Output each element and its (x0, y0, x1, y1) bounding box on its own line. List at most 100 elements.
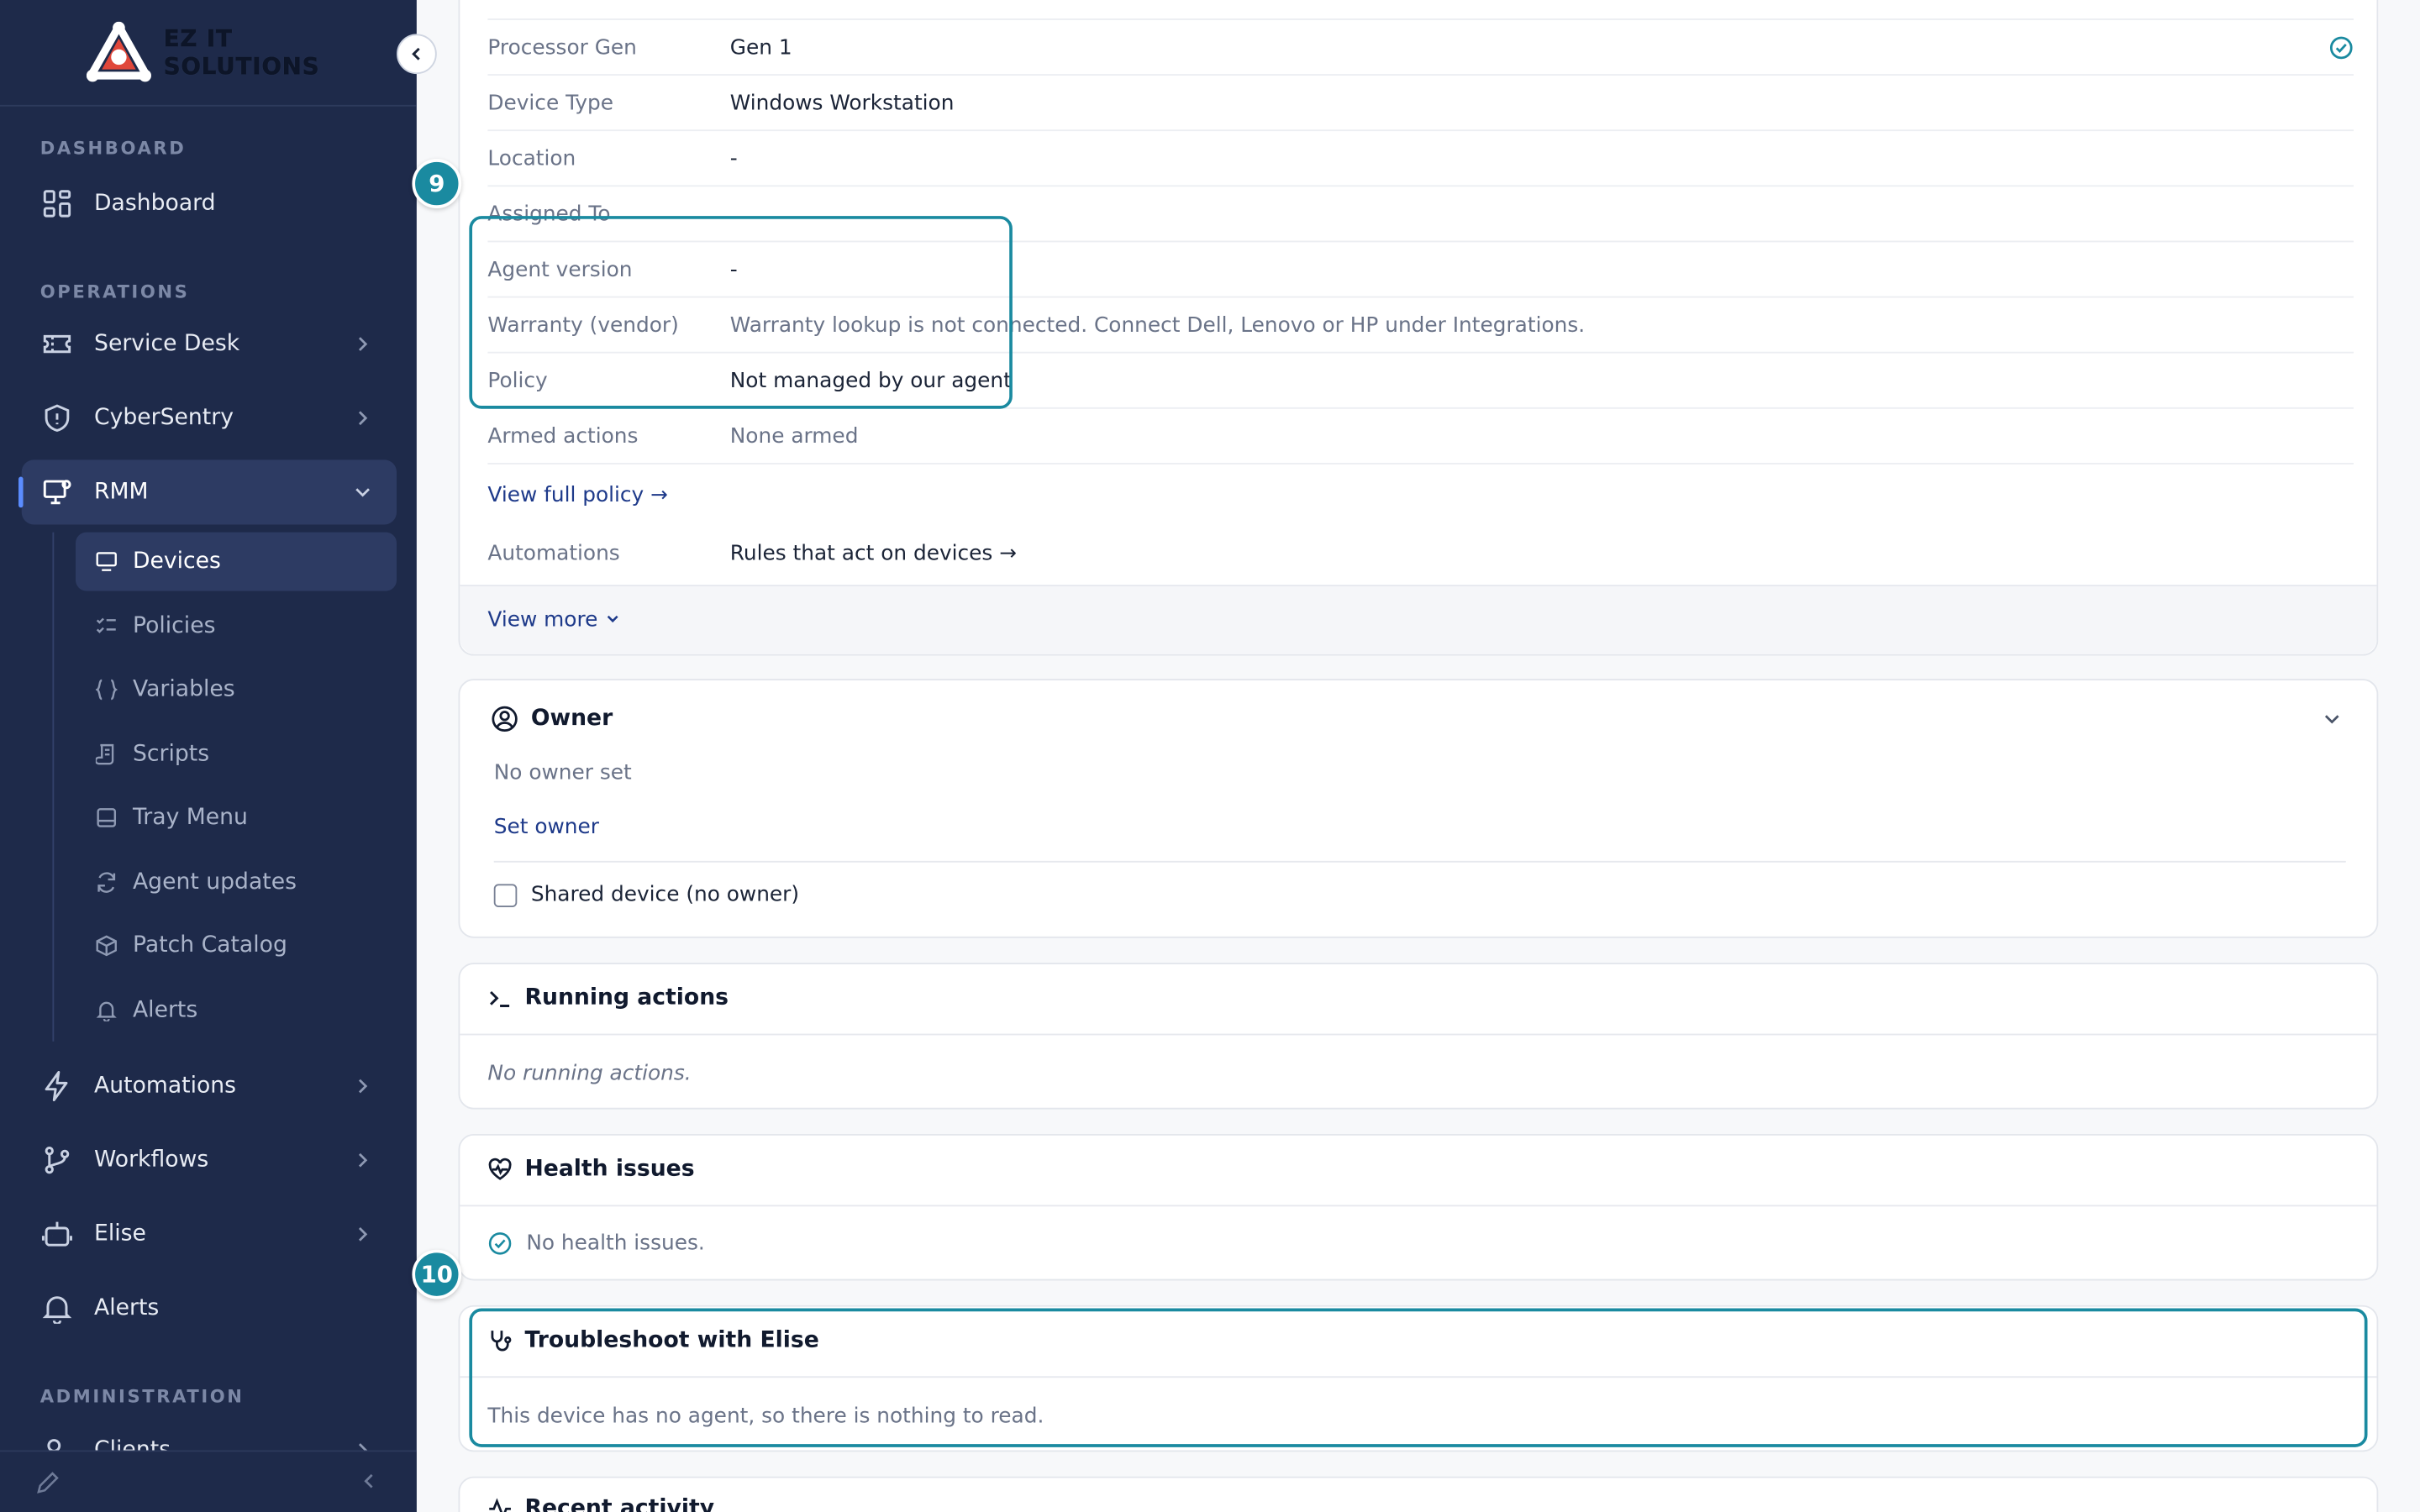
check-circle-icon (488, 1232, 512, 1255)
checklist-icon (96, 617, 116, 633)
tray-icon (97, 808, 117, 827)
git-branch-icon (45, 1147, 70, 1174)
sidebar-item-service-desk[interactable]: Service Desk (22, 312, 397, 376)
section-label-administration: ADMINISTRATION (39, 1385, 245, 1408)
owner-status: No owner set (493, 760, 632, 785)
sidebar-item-label: Workflows (94, 1147, 209, 1173)
monitor-icon (96, 552, 117, 571)
sidebar-item-alerts[interactable]: Alerts (22, 1276, 397, 1341)
package-icon (96, 935, 117, 957)
sidebar-item-label: Automations (94, 1074, 237, 1099)
sidebar-item-patch-catalog[interactable]: Patch Catalog (76, 916, 397, 975)
sidebar-item-label: Dashboard (94, 191, 216, 217)
sidebar-item-policies[interactable]: Policies (76, 597, 397, 656)
bell-icon (96, 1001, 117, 1021)
running-actions-header: Running actions (487, 986, 729, 1011)
field-label: Location (487, 145, 576, 171)
device-details-card: Processor Gen Gen 1 Device Type Windows … (458, 0, 2379, 656)
owner-title: Owner (530, 706, 613, 732)
field-label: Agent version (487, 256, 633, 282)
sidebar-item-automations[interactable]: Automations (22, 1053, 397, 1118)
scroll-icon (95, 743, 114, 765)
sidebar-item-label: Alerts (94, 1295, 160, 1321)
sidebar-item-label: Tray Menu (132, 805, 248, 831)
field-label: Policy (487, 368, 548, 393)
chevron-right-icon (358, 1227, 368, 1242)
owner-card-header[interactable]: Owner (491, 705, 613, 732)
sidebar-item-workflows[interactable]: Workflows (22, 1128, 397, 1193)
shared-device-checkbox[interactable] (493, 883, 518, 907)
sidebar-item-label: CyberSentry (94, 406, 234, 431)
running-actions-title: Running actions (524, 985, 729, 1011)
sidebar-item-rmm[interactable]: RMM (18, 459, 397, 525)
row-truncated (487, 0, 2354, 20)
sidebar-item-label: Scripts (132, 742, 210, 767)
field-label: Warranty (vendor) (487, 312, 679, 338)
dashboard-icon (43, 190, 71, 218)
troubleshoot-card: Troubleshoot with Elise This device has … (458, 1305, 2379, 1452)
sidebar-item-label: RMM (94, 480, 149, 505)
brand[interactable]: EZ IT SOLUTIONS (0, 0, 417, 107)
callout-badge-10: 10 (412, 1249, 462, 1299)
field-value: Windows Workstation (729, 90, 955, 115)
chevron-left-icon[interactable] (360, 1472, 378, 1490)
ticket-icon (43, 334, 71, 354)
sidebar-collapse-button[interactable] (397, 34, 437, 75)
divider (460, 1376, 2377, 1378)
field-value: - (729, 145, 738, 171)
troubleshoot-title: Troubleshoot with Elise (524, 1328, 819, 1353)
row-armed-actions: Armed actions None armed (487, 409, 2354, 465)
view-more-label: View more (487, 607, 598, 633)
link-label: View full policy (487, 482, 644, 508)
automations-rules-link[interactable]: Rules that act on devices → (730, 542, 1017, 566)
bell-icon (42, 1296, 72, 1324)
troubleshoot-body: This device has no agent, so there is no… (487, 1404, 1044, 1429)
set-owner-link[interactable]: Set owner (494, 815, 599, 839)
divider (493, 860, 2346, 863)
sidebar-item-agent-updates[interactable]: Agent updates (76, 853, 397, 912)
recent-activity-card: Recent activity (458, 1476, 2379, 1512)
brand-line1: EZ IT (163, 24, 233, 53)
sidebar-item-elise[interactable]: Elise (22, 1202, 397, 1267)
chevron-down-icon (607, 615, 618, 623)
arrow-right-icon: → (650, 482, 668, 508)
sidebar-item-label: Policies (132, 614, 216, 639)
row-location: Location - (487, 131, 2354, 187)
monitor-settings-icon (43, 480, 71, 505)
chevron-right-icon (358, 1079, 368, 1094)
row-agent-version: Agent version - (487, 242, 2354, 298)
sidebar-item-label: Alerts (132, 998, 198, 1023)
logo-icon (86, 21, 151, 82)
chevron-right-icon (358, 1152, 368, 1168)
chevron-down-icon[interactable] (2321, 708, 2343, 730)
terminal-icon (490, 990, 510, 1007)
shared-device-checkbox-row[interactable]: Shared device (no owner) (493, 882, 800, 907)
view-more-button[interactable]: View more (487, 608, 619, 633)
health-issues-title: Health issues (524, 1157, 695, 1182)
sidebar-item-rmm-alerts[interactable]: Alerts (76, 981, 397, 1040)
field-value: Warranty lookup is not connected. Connec… (729, 312, 1586, 338)
field-value: - (729, 256, 738, 282)
sidebar-item-label: Patch Catalog (132, 933, 287, 958)
field-value: None armed (729, 423, 859, 449)
shared-device-label: Shared device (no owner) (530, 882, 800, 907)
field-label: Armed actions (487, 423, 639, 449)
row-processor-gen: Processor Gen Gen 1 (487, 20, 2354, 76)
sidebar-item-tray-menu[interactable]: Tray Menu (76, 789, 397, 848)
divider (460, 1033, 2377, 1036)
chevron-right-icon (358, 337, 368, 351)
sidebar-item-dashboard[interactable]: Dashboard (22, 171, 397, 236)
sidebar-item-scripts[interactable]: Scripts (76, 725, 397, 784)
row-assigned-to: Assigned To (487, 186, 2354, 243)
sidebar-item-devices[interactable]: Devices (75, 532, 397, 591)
arrow-right-icon: → (999, 541, 1018, 567)
check-circle-icon (2329, 36, 2353, 60)
sidebar-item-cybersentry[interactable]: CyberSentry (22, 386, 397, 450)
chevron-left-icon (412, 47, 420, 60)
shield-icon (45, 404, 70, 432)
sidebar-item-variables[interactable]: Variables (76, 660, 397, 719)
health-issues-header: Health issues (487, 1157, 695, 1182)
view-full-policy-link[interactable]: View full policy → (487, 483, 667, 507)
pencil-icon[interactable] (34, 1469, 61, 1497)
sidebar: EZ IT SOLUTIONS DASHBOARD Dashboard OPER… (0, 0, 417, 1512)
